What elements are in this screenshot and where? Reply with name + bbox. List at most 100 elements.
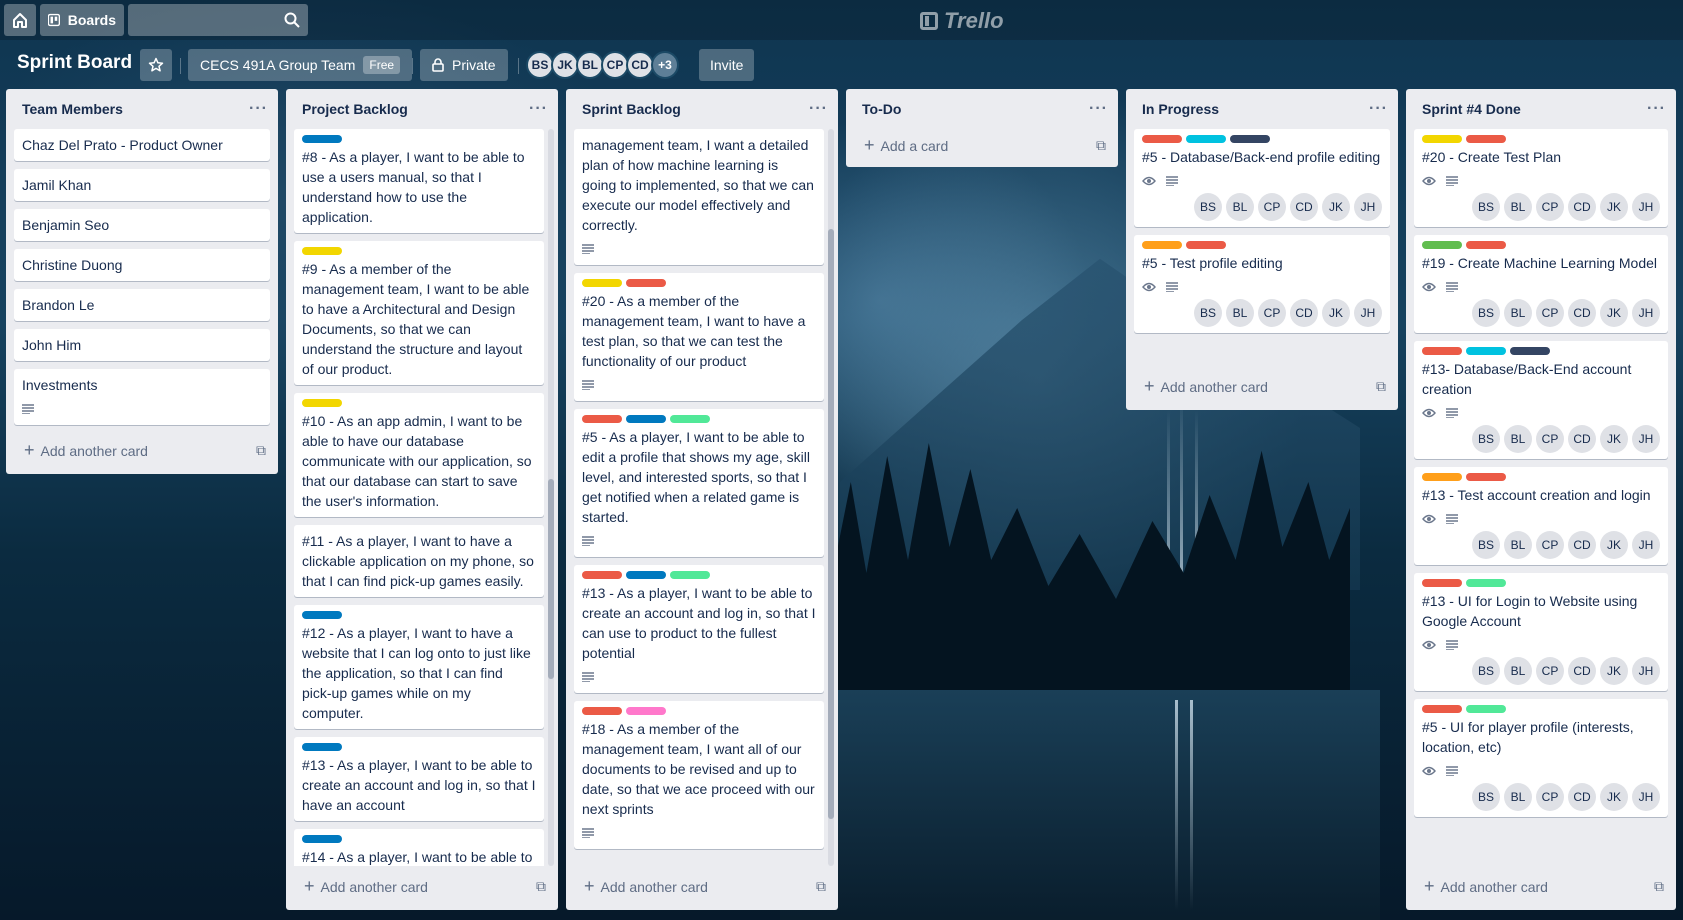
member-avatar[interactable]: CP — [1258, 299, 1286, 327]
list-title[interactable]: In Progress — [1142, 101, 1219, 117]
member-avatar[interactable]: BS — [1194, 299, 1222, 327]
card[interactable]: management team, I want a detailed plan … — [574, 129, 824, 265]
list-menu-icon[interactable]: ··· — [249, 100, 268, 118]
card[interactable]: #5 - UI for player profile (interests, l… — [1414, 699, 1668, 817]
card-template-icon[interactable]: ⧉ — [816, 878, 826, 895]
member-avatar[interactable]: JH — [1354, 193, 1382, 221]
card[interactable]: John Him — [14, 329, 270, 361]
list-scrollbar[interactable] — [828, 129, 834, 866]
card[interactable]: Brandon Le — [14, 289, 270, 321]
card-label-red[interactable] — [582, 571, 622, 579]
list-title[interactable]: To-Do — [862, 101, 901, 117]
board-title[interactable]: Sprint Board — [17, 52, 132, 74]
member-avatar[interactable]: CP — [1536, 299, 1564, 327]
card-label-red[interactable] — [1422, 347, 1462, 355]
add-card-button[interactable]: + Add a card — [864, 135, 948, 156]
card-label-blue[interactable] — [302, 135, 342, 143]
card-label-red[interactable] — [1466, 473, 1506, 481]
member-avatar[interactable]: BS — [1472, 193, 1500, 221]
card-label-blue[interactable] — [626, 415, 666, 423]
member-avatar[interactable]: CD — [1568, 193, 1596, 221]
member-avatar[interactable]: BL — [1504, 425, 1532, 453]
card-label-red[interactable] — [1422, 579, 1462, 587]
card-label-black[interactable] — [1230, 135, 1270, 143]
add-card-button[interactable]: + Add another card — [24, 440, 148, 461]
card[interactable]: #14 - As a player, I want to be able to … — [294, 829, 544, 866]
card[interactable]: #11 - As a player, I want to have a clic… — [294, 525, 544, 597]
member-avatar[interactable]: BS — [1472, 657, 1500, 685]
card-label-red[interactable] — [1422, 705, 1462, 713]
card[interactable]: #19 - Create Machine Learning Model BS BL C… — [1414, 235, 1668, 333]
card-label-green[interactable] — [1422, 241, 1462, 249]
card[interactable]: #20 - Create Test Plan BS BL CP CD JK JH — [1414, 129, 1668, 227]
card[interactable]: #18 - As a member of the management team… — [574, 701, 824, 849]
member-avatar[interactable]: BS — [1194, 193, 1222, 221]
card[interactable]: #8 - As a player, I want to be able to u… — [294, 129, 544, 233]
member-avatar[interactable]: CD — [1568, 783, 1596, 811]
member-avatar[interactable]: BS — [1472, 531, 1500, 559]
member-avatar[interactable]: JK — [1600, 299, 1628, 327]
member-avatar[interactable]: JK — [551, 51, 579, 79]
invite-button[interactable]: Invite — [699, 49, 755, 81]
member-avatar[interactable]: CP — [1258, 193, 1286, 221]
scrollbar-thumb[interactable] — [548, 479, 554, 679]
member-avatar[interactable]: BL — [1504, 193, 1532, 221]
member-avatar[interactable]: JH — [1632, 425, 1660, 453]
card-label-pink[interactable] — [626, 707, 666, 715]
list-menu-icon[interactable]: ··· — [1647, 100, 1666, 118]
member-avatar[interactable]: BL — [1504, 299, 1532, 327]
member-avatar[interactable]: JH — [1632, 657, 1660, 685]
member-avatar[interactable]: BS — [1472, 299, 1500, 327]
card-label-yellow[interactable] — [302, 247, 342, 255]
card-label-red[interactable] — [626, 279, 666, 287]
member-avatar[interactable]: CP — [1536, 657, 1564, 685]
member-avatar[interactable]: BL — [1504, 531, 1532, 559]
card-label-orange[interactable] — [1422, 473, 1462, 481]
list-menu-icon[interactable]: ··· — [1369, 100, 1388, 118]
card[interactable]: #5 - Database/Back-end profile editing BS… — [1134, 129, 1390, 227]
member-avatar[interactable]: BL — [1504, 657, 1532, 685]
add-card-button[interactable]: + Add another card — [584, 876, 708, 897]
card-label-blue[interactable] — [626, 571, 666, 579]
search-input[interactable] — [128, 4, 308, 36]
list-menu-icon[interactable]: ··· — [529, 100, 548, 118]
home-button[interactable] — [4, 4, 36, 36]
member-avatar[interactable]: CD — [1568, 425, 1596, 453]
card-label-lime[interactable] — [1466, 705, 1506, 713]
scrollbar-thumb[interactable] — [828, 229, 834, 819]
card-label-lime[interactable] — [1466, 579, 1506, 587]
member-avatar[interactable]: CP — [1536, 425, 1564, 453]
member-avatar[interactable]: CD — [1568, 531, 1596, 559]
card-label-red[interactable] — [1142, 135, 1182, 143]
member-avatar[interactable]: JK — [1322, 299, 1350, 327]
card[interactable]: Benjamin Seo — [14, 209, 270, 241]
member-avatar[interactable]: JK — [1600, 531, 1628, 559]
member-avatar[interactable]: CP — [1536, 531, 1564, 559]
list-title[interactable]: Sprint #4 Done — [1422, 101, 1521, 117]
member-avatar[interactable]: JH — [1354, 299, 1382, 327]
member-avatar[interactable]: BL — [576, 51, 604, 79]
trello-logo[interactable]: Trello — [920, 8, 1004, 34]
card-template-icon[interactable]: ⧉ — [1096, 137, 1106, 154]
member-avatar[interactable]: JH — [1632, 783, 1660, 811]
visibility-button[interactable]: Private — [420, 49, 508, 81]
card-label-blue[interactable] — [302, 611, 342, 619]
card-label-orange[interactable] — [1142, 241, 1182, 249]
card[interactable]: Christine Duong — [14, 249, 270, 281]
list-title[interactable]: Project Backlog — [302, 101, 408, 117]
member-avatar[interactable]: BL — [1226, 193, 1254, 221]
member-avatar[interactable]: JK — [1600, 783, 1628, 811]
team-button[interactable]: CECS 491A Group Team Free — [188, 49, 413, 81]
card-label-yellow[interactable] — [302, 399, 342, 407]
member-avatar[interactable]: CD — [1290, 299, 1318, 327]
add-card-button[interactable]: + Add another card — [304, 876, 428, 897]
card-label-red[interactable] — [582, 707, 622, 715]
card-label-yellow[interactable] — [1422, 135, 1462, 143]
card[interactable]: #20 - As a member of the management team… — [574, 273, 824, 401]
card[interactable]: #13- Database/Back-End account creation B… — [1414, 341, 1668, 459]
member-avatar[interactable]: JK — [1600, 425, 1628, 453]
card-label-lime[interactable] — [670, 415, 710, 423]
card-label-red[interactable] — [1186, 241, 1226, 249]
member-avatar[interactable]: CD — [1290, 193, 1318, 221]
member-avatar[interactable]: BL — [1226, 299, 1254, 327]
